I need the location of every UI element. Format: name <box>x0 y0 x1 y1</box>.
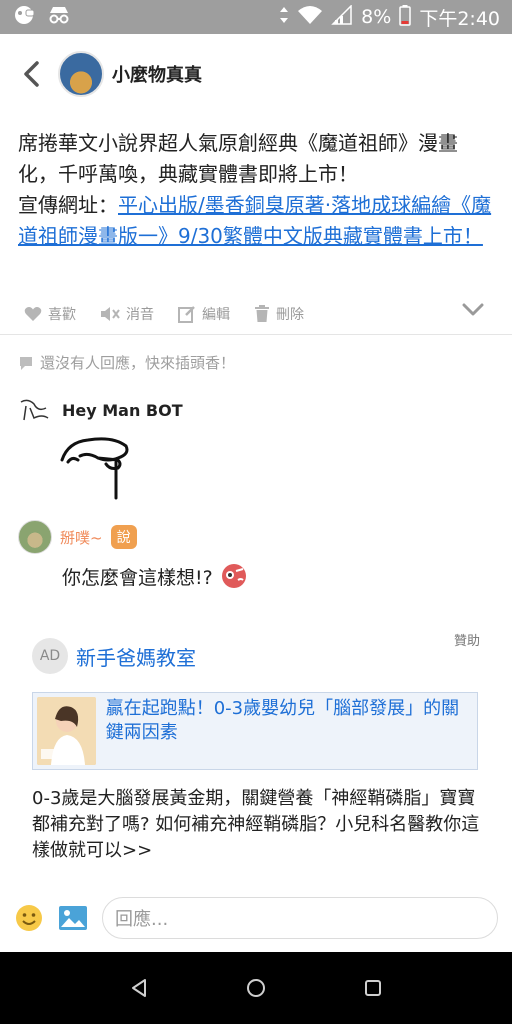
emoji-icon[interactable] <box>14 903 44 933</box>
trash-icon <box>255 305 269 322</box>
ad-description: 0-3歲是大腦發展黃金期，關鍵營養「神經鞘磷脂」寶寶都補充對了嗎? 如何補充神經… <box>32 788 480 861</box>
comment-body: 你怎麼會這樣想!? <box>62 562 249 590</box>
reply-bar: 回應... <box>0 890 512 946</box>
edit-icon <box>178 306 195 323</box>
mute-button[interactable]: 消音 <box>100 304 154 324</box>
author-name[interactable]: 小麼物真真 <box>112 61 202 87</box>
status-bar: 8% 下午2:40 <box>0 0 512 34</box>
nav-home-icon[interactable] <box>245 977 267 999</box>
clock: 下午2:40 <box>419 7 500 30</box>
no-reply-note: 還沒有人回應，快來插頭香！ <box>18 352 235 373</box>
post-actions: 喜歡 消音 編輯 刪除 <box>0 296 512 332</box>
post-text: 席捲華文小說界超人氣原創經典《魔道祖師》漫畫化，千呼萬喚，典藏實體書即將上市！ <box>18 131 458 186</box>
nav-recents-icon[interactable] <box>362 977 384 999</box>
bot-row: Hey Man BOT <box>18 396 183 424</box>
commenter-name[interactable]: 掰噗~ <box>60 527 103 548</box>
commenter-avatar[interactable] <box>18 520 52 554</box>
delete-button[interactable]: 刪除 <box>254 304 304 324</box>
comment-badge: 說 <box>110 525 137 549</box>
sponsored-post[interactable]: 贊助 AD 新手爸媽教室 贏在起跑點！0-3歲嬰幼兒「腦部發展」的關鍵兩因素 0… <box>18 622 496 882</box>
reply-placeholder: 回應... <box>115 909 169 930</box>
privacy-icon <box>46 5 72 29</box>
back-icon <box>24 61 39 87</box>
ad-avatar: AD <box>32 638 68 674</box>
ad-header: AD 新手爸媽教室 <box>32 638 196 674</box>
speech-bubble-icon <box>20 356 32 370</box>
wifi-icon <box>297 5 323 30</box>
delete-label: 刪除 <box>276 307 304 323</box>
comment-header: 掰噗~ 說 <box>18 520 137 554</box>
edit-button[interactable]: 編輯 <box>178 304 230 324</box>
like-label: 喜歡 <box>48 307 76 323</box>
divider <box>0 334 512 335</box>
battery-icon <box>399 4 412 31</box>
like-button[interactable]: 喜歡 <box>24 304 76 324</box>
angry-emoji-icon <box>221 564 246 588</box>
nav-back-icon[interactable] <box>128 977 150 999</box>
signal-icon <box>331 3 353 30</box>
heart-icon <box>24 307 42 321</box>
author-avatar[interactable] <box>58 51 104 97</box>
sponsored-label: 贊助 <box>453 634 480 649</box>
speaker-mute-icon <box>101 307 120 321</box>
ad-link-card[interactable]: 贏在起跑點！0-3歲嬰幼兒「腦部發展」的關鍵兩因素 <box>32 692 478 770</box>
post-header: 小麼物真真 <box>0 34 512 114</box>
ad-title[interactable]: 新手爸媽教室 <box>76 642 196 671</box>
ad-card-title[interactable]: 贏在起跑點！0-3歲嬰幼兒「腦部發展」的關鍵兩因素 <box>106 697 473 765</box>
bot-name[interactable]: Hey Man BOT <box>62 401 183 420</box>
bot-avatar-icon <box>20 399 49 421</box>
bot-sketch-image <box>58 432 138 506</box>
back-button[interactable] <box>16 59 46 89</box>
data-arrows-icon <box>279 6 289 29</box>
expand-button[interactable] <box>462 302 484 321</box>
chevron-down-icon <box>462 303 484 316</box>
post-content: 席捲華文小說界超人氣原創經典《魔道祖師》漫畫化，千呼萬喚，典藏實體書即將上市！ … <box>18 128 496 252</box>
notification-icon <box>12 4 38 30</box>
ad-thumbnail <box>37 697 96 765</box>
comment-text: 你怎麼會這樣想!? <box>62 566 213 589</box>
system-nav-bar <box>0 952 512 1024</box>
battery-percent: 8% <box>361 6 392 28</box>
edit-label: 編輯 <box>202 307 230 323</box>
mute-label: 消音 <box>126 307 154 323</box>
no-reply-text: 還沒有人回應，快來插頭香！ <box>40 354 236 372</box>
reply-input[interactable]: 回應... <box>102 897 498 939</box>
image-icon[interactable] <box>58 905 88 931</box>
promo-prefix: 宣傳網址： <box>18 193 118 217</box>
